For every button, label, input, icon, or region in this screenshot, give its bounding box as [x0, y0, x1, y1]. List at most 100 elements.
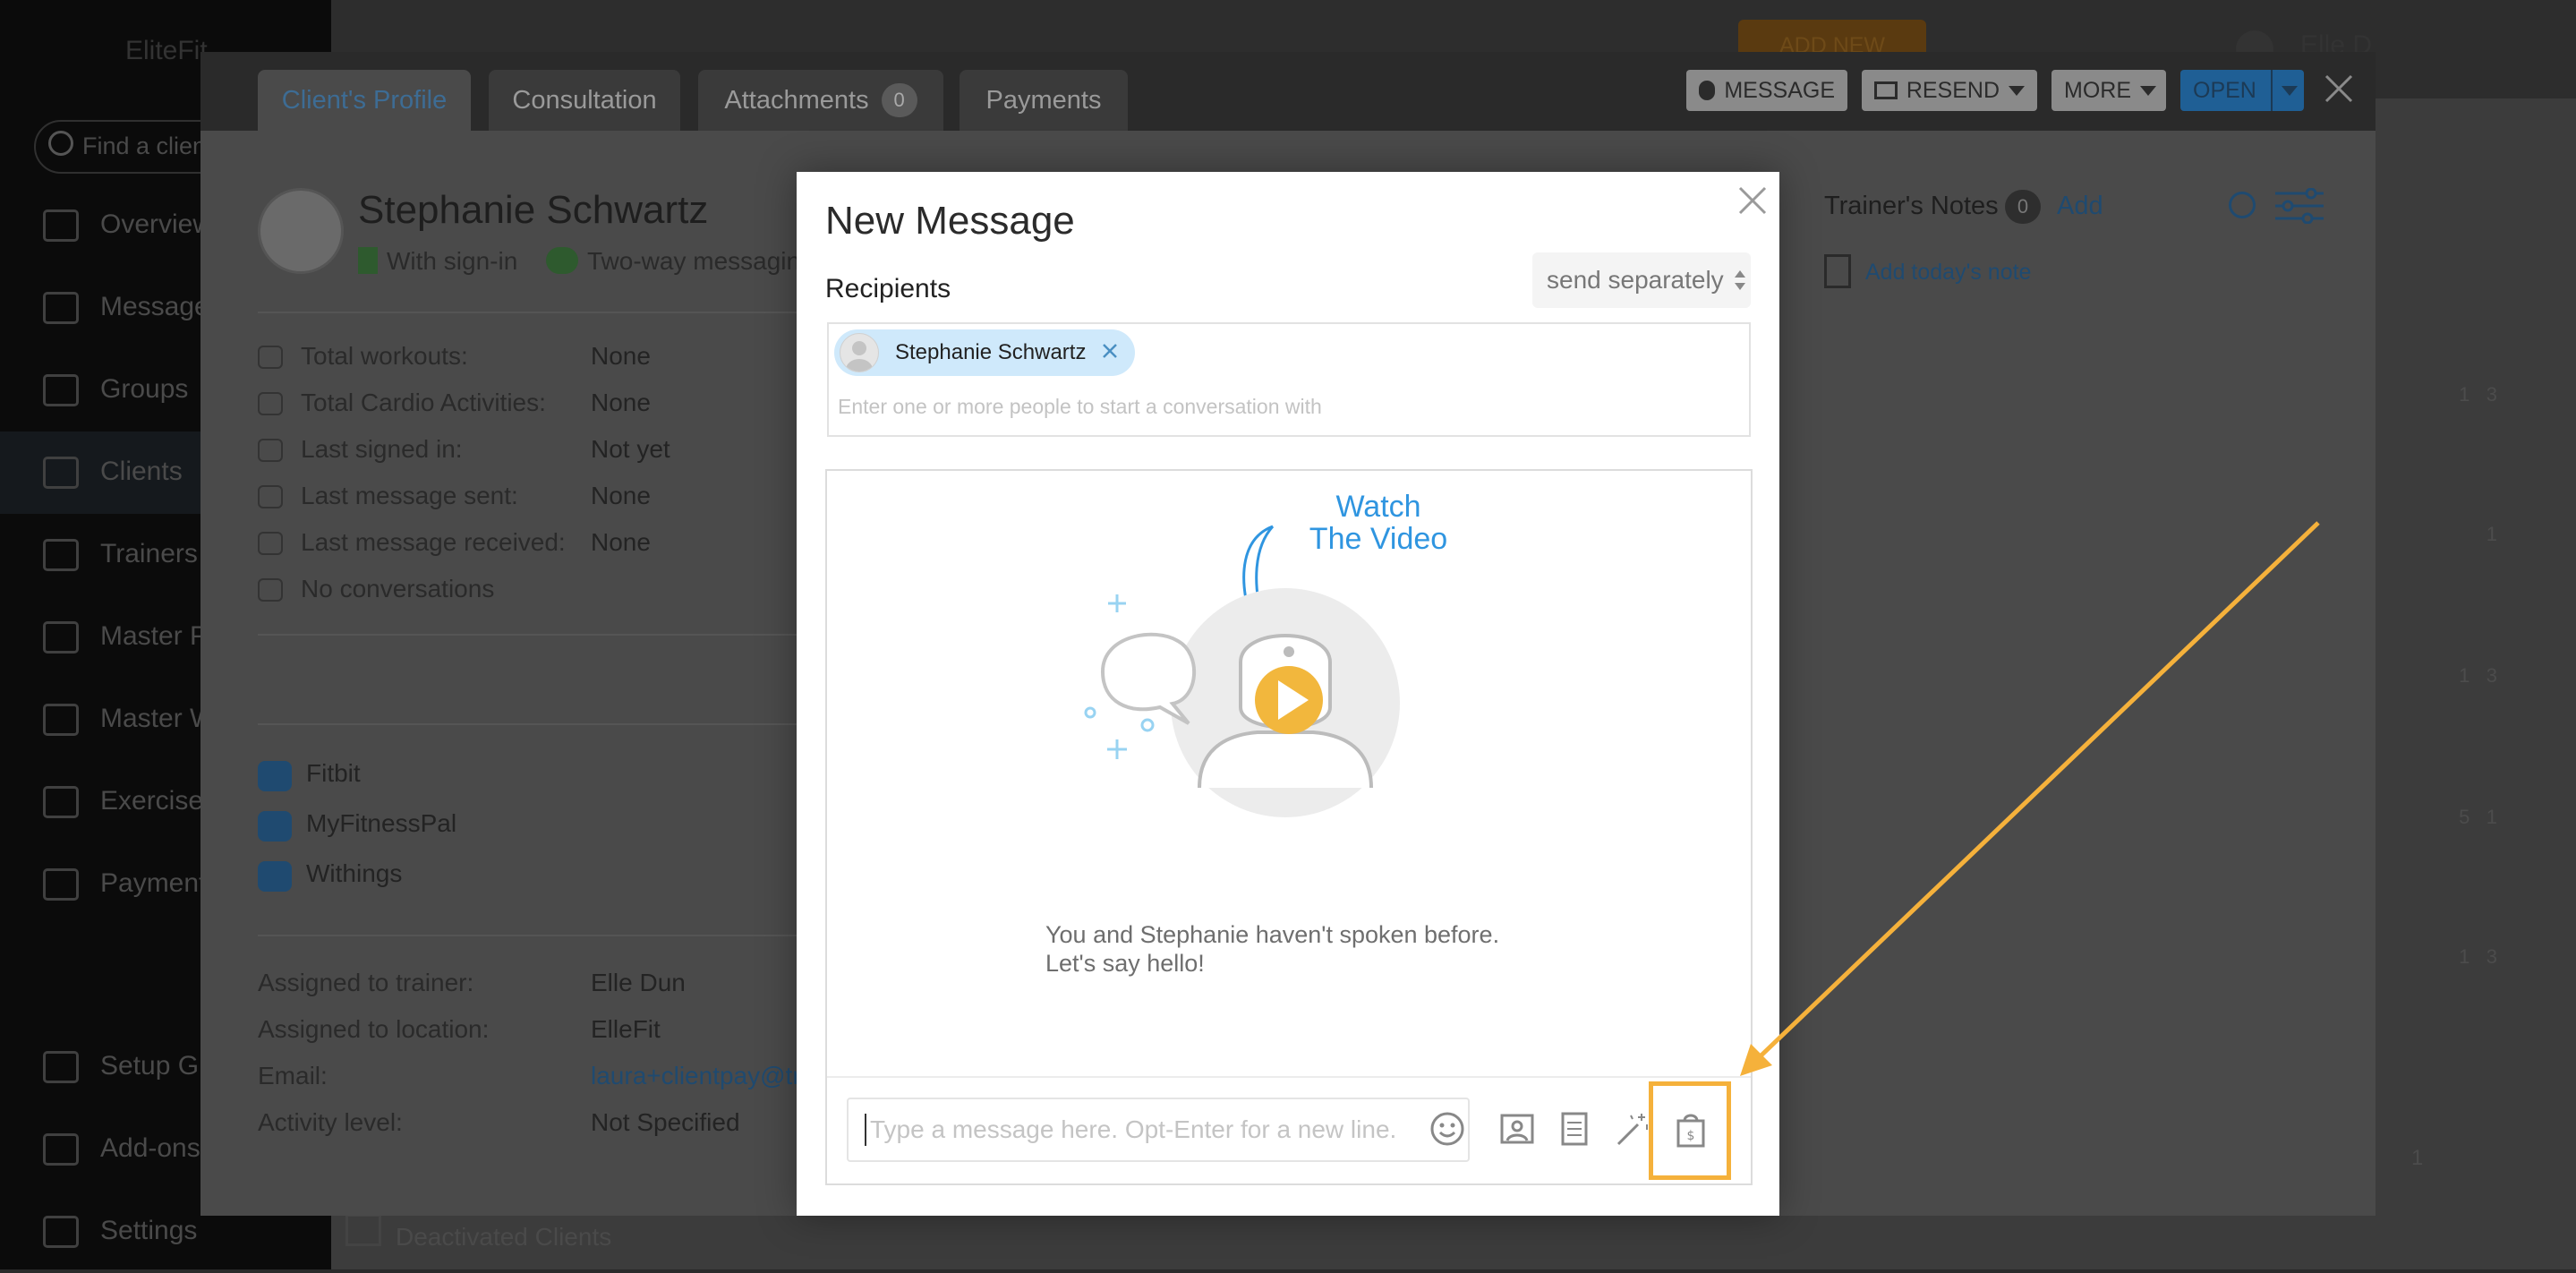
- shoe-icon: [258, 392, 283, 415]
- detail-label: Email:: [258, 1062, 328, 1089]
- resend-button[interactable]: RESEND: [1862, 70, 2037, 111]
- card-icon: [43, 868, 79, 901]
- detail-value: Elle Dun: [591, 969, 686, 996]
- row-count: 1: [2459, 945, 2470, 968]
- dumbbell-icon: [258, 346, 283, 369]
- two-way-icon: [546, 247, 578, 274]
- page-number[interactable]: 1: [2411, 1146, 2423, 1171]
- divider: [258, 312, 797, 313]
- close-panel-icon[interactable]: [2324, 73, 2354, 104]
- stat-value: Not yet: [591, 435, 670, 463]
- tab-clients-profile[interactable]: Client's Profile: [258, 70, 471, 131]
- client-avatar: [258, 188, 344, 274]
- search-icon: [48, 131, 73, 156]
- tab-payments[interactable]: Payments: [960, 70, 1128, 131]
- layers-icon: [43, 1133, 79, 1166]
- filter-sliders-icon[interactable]: [2275, 187, 2324, 225]
- stat-label: No conversations: [301, 575, 495, 602]
- chevron-down-icon: [2009, 85, 2025, 96]
- eye-icon: [258, 439, 283, 462]
- search-icon[interactable]: [2229, 192, 2256, 218]
- divider: [258, 634, 797, 636]
- detail-label: Assigned to location:: [258, 1015, 490, 1043]
- document-icon[interactable]: [1554, 1108, 1595, 1149]
- remove-recipient-icon[interactable]: [1102, 340, 1118, 365]
- client-search-placeholder: Find a client: [82, 132, 213, 159]
- message-button[interactable]: MESSAGE: [1686, 70, 1847, 111]
- close-icon[interactable]: [1736, 184, 1769, 217]
- video-illustration[interactable]: [1065, 519, 1423, 824]
- chat-icon: [258, 578, 283, 602]
- chevron-down-icon[interactable]: [2281, 85, 2298, 96]
- detail-value: ElleFit: [591, 1015, 661, 1043]
- stat-value: None: [591, 482, 651, 509]
- row-count: 1: [2459, 664, 2470, 687]
- row-count: 5: [2459, 806, 2470, 828]
- integration-label[interactable]: Fitbit: [306, 759, 361, 788]
- sign-in-status: With sign-in: [387, 247, 518, 275]
- tab-consultation[interactable]: Consultation: [489, 70, 680, 131]
- envelope-icon: [1874, 81, 1898, 99]
- row-count: 3: [2486, 664, 2497, 687]
- highlight-box: [1649, 1081, 1731, 1180]
- send-mode-select[interactable]: send separately: [1532, 252, 1751, 308]
- more-button[interactable]: MORE: [2051, 70, 2166, 111]
- sort-arrows-icon: [1734, 270, 1745, 290]
- deactivated-clients-link[interactable]: Deactivated Clients: [396, 1223, 611, 1252]
- archive-icon: [345, 1214, 381, 1246]
- stat-label: Total workouts:: [301, 342, 468, 370]
- divider: [258, 723, 797, 725]
- groups-icon: [43, 374, 79, 406]
- gear-icon: [43, 1216, 79, 1248]
- row-count: 3: [2486, 383, 2497, 406]
- add-todays-note-link[interactable]: Add today's note: [1865, 260, 2031, 286]
- withings-icon: [258, 861, 292, 892]
- clients-icon: [43, 457, 79, 489]
- contact-card-icon[interactable]: [1497, 1108, 1538, 1149]
- stat-label: Last message received:: [301, 528, 566, 556]
- recipient-chip: Stephanie Schwartz: [834, 329, 1135, 376]
- client-name: Stephanie Schwartz: [358, 188, 709, 232]
- notes-count-badge: 0: [2005, 190, 2041, 224]
- chevron-down-icon: [2140, 85, 2156, 96]
- setup-icon: [43, 1051, 79, 1083]
- stat-label: Total Cardio Activities:: [301, 389, 546, 416]
- text-cursor: [865, 1114, 866, 1146]
- overview-icon: [43, 209, 79, 242]
- add-note-link[interactable]: Add: [2057, 192, 2103, 221]
- row-count: 1: [2486, 806, 2497, 828]
- trainers-icon: [43, 539, 79, 571]
- phone-check-icon: [358, 247, 378, 274]
- magic-wand-icon[interactable]: [1611, 1108, 1652, 1149]
- row-count: 3: [2486, 945, 2497, 968]
- detail-value: Not Specified: [591, 1108, 740, 1136]
- divider: [258, 935, 797, 936]
- list-icon: [43, 704, 79, 736]
- row-count: 1: [2486, 523, 2497, 545]
- stat-value: None: [591, 389, 651, 416]
- reply-in-icon: [258, 532, 283, 555]
- open-button[interactable]: OPEN: [2180, 70, 2304, 111]
- recipients-label: Recipients: [825, 274, 951, 303]
- fitbit-icon: [258, 761, 292, 791]
- notepad-icon: [1824, 254, 1851, 288]
- chat-bubble-icon: [1699, 81, 1716, 100]
- trainers-notes-title: Trainer's Notes: [1824, 192, 1999, 220]
- divider: [827, 1076, 1751, 1078]
- detail-label: Activity level:: [258, 1108, 403, 1136]
- row-count: 1: [2459, 383, 2470, 406]
- messaging-status: Two-way messaging: [587, 247, 797, 275]
- message-input[interactable]: Type a message here. Opt-Enter for a new…: [847, 1098, 1470, 1162]
- tab-attachments[interactable]: Attachments 0: [698, 70, 943, 131]
- integration-label[interactable]: MyFitnessPal: [306, 809, 456, 838]
- chat-icon: [43, 292, 79, 324]
- integration-label[interactable]: Withings: [306, 859, 402, 888]
- detail-value[interactable]: laura+clientpay@tr: [591, 1062, 797, 1090]
- recipient-avatar: [840, 333, 879, 372]
- recipient-input-placeholder[interactable]: Enter one or more people to start a conv…: [838, 395, 1322, 419]
- emoji-icon[interactable]: [1427, 1108, 1468, 1149]
- book-icon: [43, 621, 79, 654]
- stat-label: Last signed in:: [301, 435, 463, 463]
- reply-icon: [258, 485, 283, 508]
- attachments-count-badge: 0: [881, 83, 917, 117]
